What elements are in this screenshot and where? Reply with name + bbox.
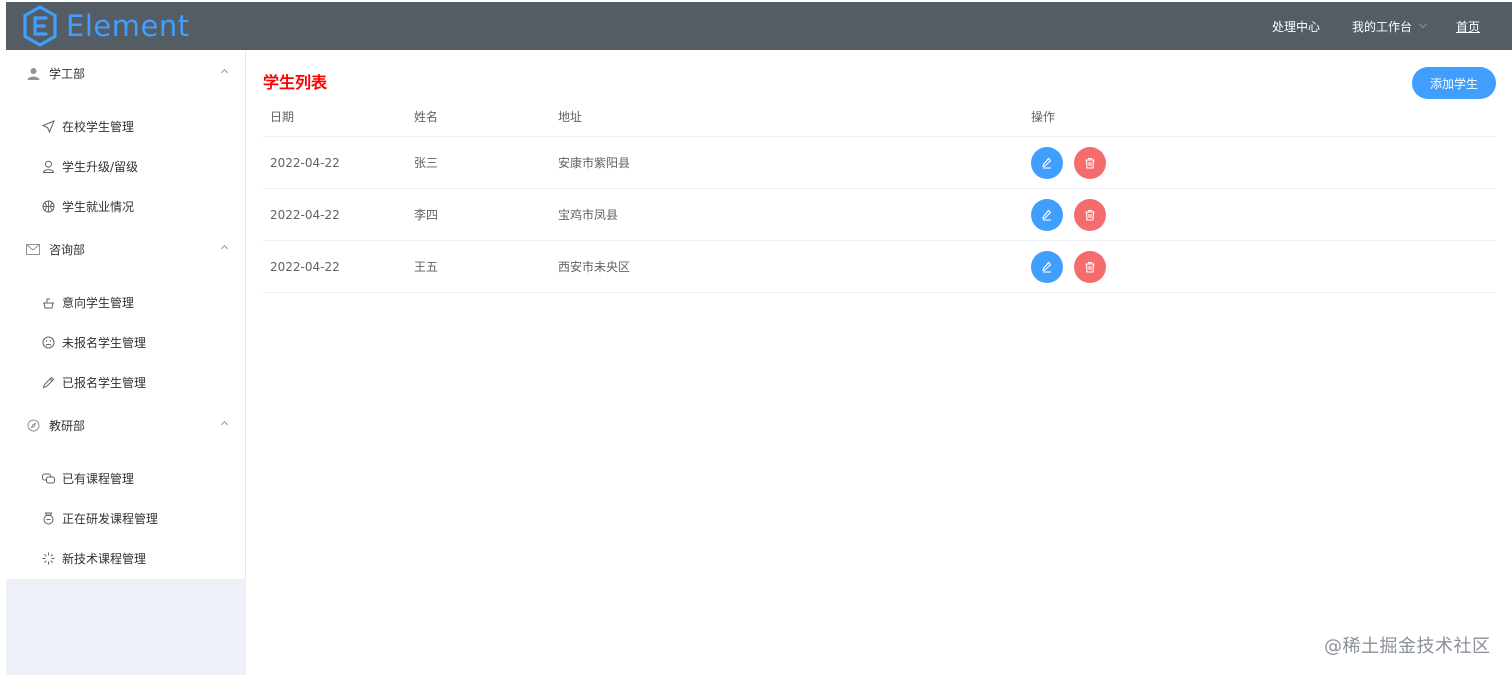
table-row: 2022-04-22 王五 西安市未央区 bbox=[263, 241, 1496, 293]
chevron-down-icon bbox=[1418, 19, 1428, 29]
nav-my-workspace-label: 我的工作台 bbox=[1351, 19, 1412, 34]
sidebar-group-xuegong[interactable]: 学工部 bbox=[6, 50, 246, 96]
trash-icon bbox=[1085, 261, 1095, 273]
cell-date: 2022-04-22 bbox=[270, 259, 340, 274]
basketball-icon bbox=[41, 199, 55, 213]
sidebar-group-zixun[interactable]: 咨询部 bbox=[6, 226, 246, 272]
sidebar-item-employment[interactable]: 学生就业情况 bbox=[6, 186, 246, 226]
element-logo-icon bbox=[23, 5, 57, 47]
column-header-address: 地址 bbox=[558, 109, 583, 124]
cell-actions bbox=[1031, 241, 1106, 292]
nav-my-workspace[interactable]: 我的工作台 bbox=[1351, 18, 1428, 35]
edit-button[interactable] bbox=[1031, 146, 1063, 179]
sidebar-item-unregistered-students[interactable]: 未报名学生管理 bbox=[6, 322, 246, 362]
sidebar-item-intended-students[interactable]: 意向学生管理 bbox=[6, 282, 246, 322]
sidebar-group-jiaoyan[interactable]: 教研部 bbox=[6, 402, 246, 448]
nav-processing-center[interactable]: 处理中心 bbox=[1272, 18, 1320, 35]
chat-icon bbox=[41, 471, 55, 485]
sad-face-icon bbox=[41, 335, 55, 349]
user-icon bbox=[26, 66, 40, 80]
sidebar-empty-area bbox=[6, 579, 246, 675]
edit-icon bbox=[1042, 261, 1052, 273]
sidebar-item-label: 已有课程管理 bbox=[62, 471, 135, 486]
sidebar-item-registered-students[interactable]: 已报名学生管理 bbox=[6, 362, 246, 402]
sidebar-item-label: 正在研发课程管理 bbox=[62, 511, 159, 526]
top-header: Element 处理中心 我的工作台 首页 bbox=[6, 2, 1512, 50]
table-row: 2022-04-22 张三 安康市紫阳县 bbox=[263, 137, 1496, 189]
compass-icon bbox=[26, 418, 40, 432]
column-header-date: 日期 bbox=[270, 109, 295, 124]
loading-icon bbox=[41, 551, 55, 565]
delete-button[interactable] bbox=[1074, 198, 1106, 231]
watermark: @稀土掘金技术社区 bbox=[1324, 636, 1491, 657]
cell-actions bbox=[1031, 137, 1106, 188]
medal-icon bbox=[41, 511, 55, 525]
column-header-name: 姓名 bbox=[414, 109, 439, 124]
sidebar-item-label: 意向学生管理 bbox=[62, 295, 135, 310]
delete-button[interactable] bbox=[1074, 146, 1106, 179]
chevron-up-icon bbox=[220, 420, 229, 429]
student-table: 日期 姓名 地址 操作 2022-04-22 张三 安康市紫阳县 2022-04… bbox=[263, 96, 1496, 293]
sidebar-item-label: 学生升级/留级 bbox=[62, 159, 139, 174]
edit-icon bbox=[1042, 209, 1052, 221]
delete-button[interactable] bbox=[1074, 250, 1106, 283]
sidebar-item-label: 已报名学生管理 bbox=[62, 375, 147, 390]
edit-button[interactable] bbox=[1031, 198, 1063, 231]
cell-name: 张三 bbox=[414, 156, 439, 170]
cell-name: 李四 bbox=[414, 208, 439, 222]
sidebar-item-label: 未报名学生管理 bbox=[62, 335, 147, 350]
sidebar-item-label: 在校学生管理 bbox=[62, 119, 135, 134]
top-nav: 处理中心 我的工作台 首页 bbox=[1272, 2, 1512, 50]
main-content: 学生列表 添加学生 日期 姓名 地址 操作 2022-04-22 张三 安康市紫… bbox=[247, 50, 1512, 675]
edit-icon bbox=[1042, 157, 1052, 169]
chevron-up-icon bbox=[220, 68, 229, 77]
user-outline-icon bbox=[41, 159, 55, 173]
sidebar: 学工部 在校学生管理 学生升级/留级 学生就业情况 咨询部 意向学生管理 未报名… bbox=[6, 50, 246, 675]
cold-drink-icon bbox=[41, 295, 55, 309]
pen-icon bbox=[41, 375, 55, 389]
message-icon bbox=[26, 242, 40, 256]
edit-button[interactable] bbox=[1031, 250, 1063, 283]
sidebar-group-title: 学工部 bbox=[49, 66, 86, 81]
cell-actions bbox=[1031, 189, 1106, 240]
table-row: 2022-04-22 李四 宝鸡市凤县 bbox=[263, 189, 1496, 241]
sidebar-item-upgrade-students[interactable]: 学生升级/留级 bbox=[6, 146, 246, 186]
cell-address: 宝鸡市凤县 bbox=[558, 208, 619, 222]
chevron-up-icon bbox=[220, 244, 229, 253]
cell-address: 安康市紫阳县 bbox=[558, 156, 631, 170]
cell-name: 王五 bbox=[414, 260, 439, 274]
column-header-actions: 操作 bbox=[1031, 109, 1056, 124]
app-frame: Element 处理中心 我的工作台 首页 学工部 在校学生管理 学生升级/留级… bbox=[6, 2, 1512, 675]
sidebar-item-new-tech-courses[interactable]: 新技术课程管理 bbox=[6, 538, 246, 578]
sidebar-item-existing-courses[interactable]: 已有课程管理 bbox=[6, 458, 246, 498]
sidebar-item-label: 学生就业情况 bbox=[62, 199, 135, 214]
trash-icon bbox=[1085, 209, 1095, 221]
cell-address: 西安市未央区 bbox=[558, 260, 631, 274]
page-title: 学生列表 bbox=[263, 73, 328, 92]
sidebar-group-title: 教研部 bbox=[49, 418, 86, 433]
add-student-button[interactable]: 添加学生 bbox=[1412, 67, 1496, 99]
sidebar-item-label: 新技术课程管理 bbox=[62, 551, 147, 566]
nav-home[interactable]: 首页 bbox=[1456, 18, 1480, 35]
cell-date: 2022-04-22 bbox=[270, 207, 340, 222]
sidebar-item-enrolled-students[interactable]: 在校学生管理 bbox=[6, 106, 246, 146]
trash-icon bbox=[1085, 157, 1095, 169]
position-icon bbox=[41, 119, 55, 133]
table-header: 日期 姓名 地址 操作 bbox=[263, 96, 1496, 137]
sidebar-item-developing-courses[interactable]: 正在研发课程管理 bbox=[6, 498, 246, 538]
logo-text: Element bbox=[66, 8, 190, 43]
logo[interactable]: Element bbox=[22, 5, 190, 47]
cell-date: 2022-04-22 bbox=[270, 155, 340, 170]
sidebar-group-title: 咨询部 bbox=[49, 242, 86, 257]
